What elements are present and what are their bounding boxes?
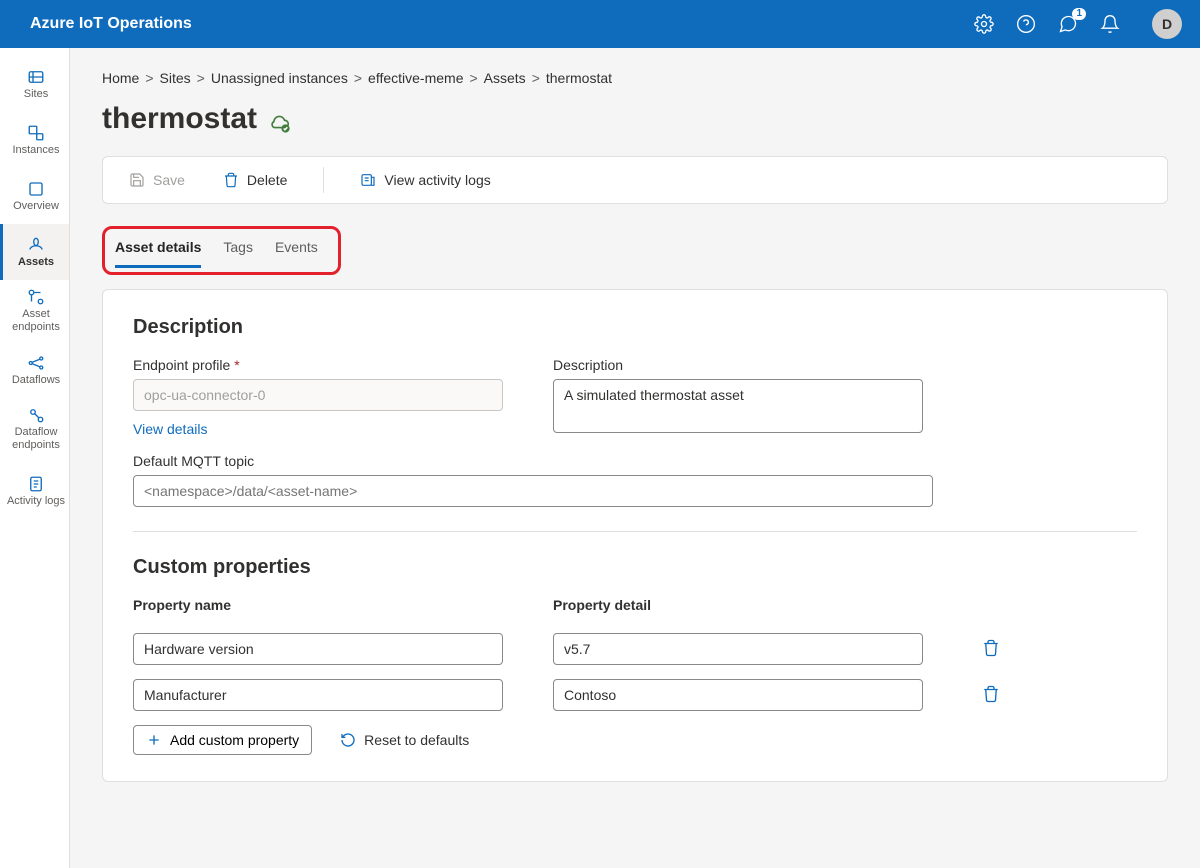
header-property-detail: Property detail [553,597,923,613]
property-detail-input[interactable] [553,679,923,711]
app-brand: Azure IoT Operations [30,15,974,33]
property-name-input[interactable] [133,679,503,711]
settings-icon[interactable] [974,14,994,34]
nav-dataflows[interactable]: Dataflows [0,342,69,398]
property-row [133,633,1137,665]
save-button: Save [123,165,191,195]
view-activity-logs-button[interactable]: View activity logs [354,165,496,195]
crumb-assets[interactable]: Assets [484,70,526,86]
page-title: thermostat [102,102,257,136]
crumb-unassigned[interactable]: Unassigned instances [211,70,348,86]
tab-events[interactable]: Events [275,239,318,268]
endpoint-profile-input [133,379,503,411]
section-title-description: Description [133,316,1137,339]
property-row [133,679,1137,711]
nav-assets[interactable]: Assets [0,224,69,280]
delete-property-button[interactable] [976,638,1006,661]
description-textarea[interactable]: A simulated thermostat asset [553,379,923,433]
user-avatar[interactable]: D [1152,9,1182,39]
feedback-badge: 1 [1072,8,1086,20]
header-property-name: Property name [133,597,503,613]
nav-sites[interactable]: Sites [0,56,69,112]
nav-dataflow-endpoints[interactable]: Dataflow endpoints [0,398,69,460]
crumb-home[interactable]: Home [102,70,139,86]
help-icon[interactable] [1016,14,1036,34]
delete-property-button[interactable] [976,684,1006,707]
crumb-instance[interactable]: effective-meme [368,70,463,86]
section-title-custom-properties: Custom properties [133,556,1137,579]
breadcrumb: Home > Sites > Unassigned instances > ef… [102,70,1168,86]
nav-activity-logs[interactable]: Activity logs [0,460,69,522]
action-toolbar: Save Delete View activity logs [102,156,1168,204]
reset-to-defaults-button[interactable]: Reset to defaults [334,731,475,749]
tabs-container: Asset details Tags Events [102,226,341,275]
nav-instances[interactable]: Instances [0,112,69,168]
nav-overview[interactable]: Overview [0,168,69,224]
add-custom-property-button[interactable]: Add custom property [133,725,312,755]
nav-asset-endpoints[interactable]: Asset endpoints [0,280,69,342]
property-detail-input[interactable] [553,633,923,665]
delete-button[interactable]: Delete [217,165,293,195]
view-details-link[interactable]: View details [133,421,207,437]
property-name-input[interactable] [133,633,503,665]
left-navigation: Sites Instances Overview Assets Asset en… [0,48,70,868]
label-description: Description [553,357,923,373]
tab-tags[interactable]: Tags [223,239,253,268]
mqtt-topic-input[interactable] [133,475,933,507]
tab-asset-details[interactable]: Asset details [115,239,201,268]
label-mqtt-topic: Default MQTT topic [133,453,933,469]
crumb-sites[interactable]: Sites [160,70,191,86]
cloud-synced-icon [269,112,291,134]
label-endpoint-profile: Endpoint profile * [133,357,503,373]
feedback-icon[interactable]: 1 [1058,14,1078,34]
notifications-icon[interactable] [1100,14,1120,34]
crumb-current: thermostat [546,70,612,86]
